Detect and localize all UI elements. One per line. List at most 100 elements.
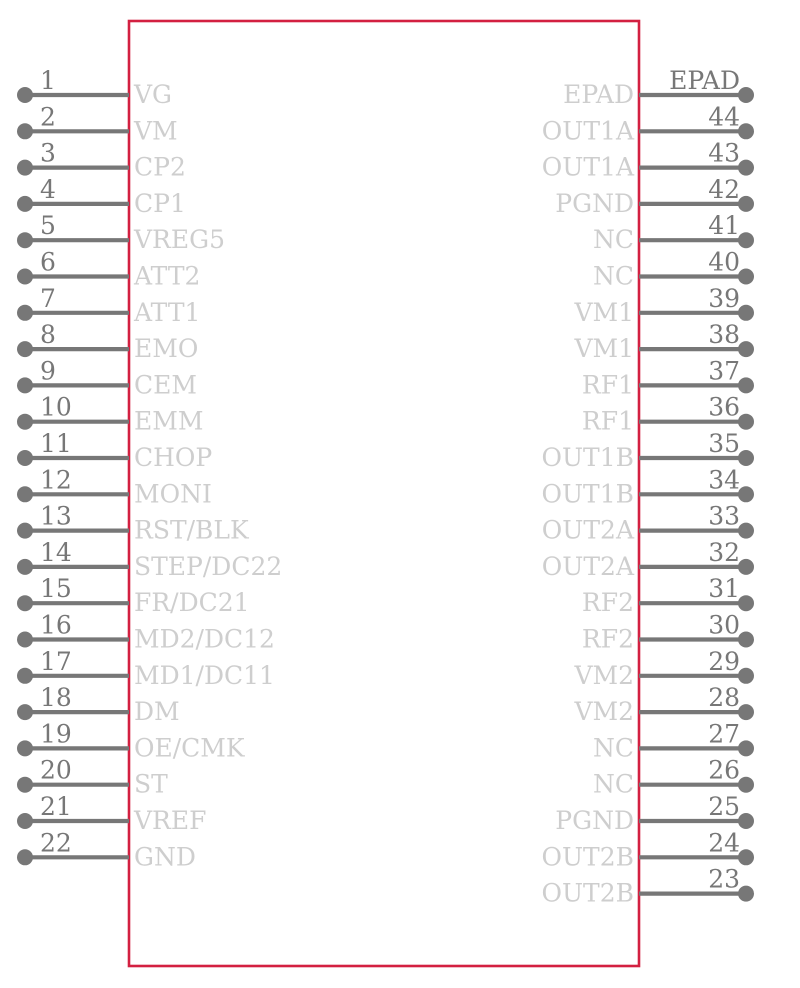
pin-number: 2 [40, 102, 56, 131]
pin-connection-dot[interactable] [17, 341, 33, 358]
pin-name: VM1 [573, 334, 634, 363]
pin-connection-dot[interactable] [738, 813, 754, 829]
pin-connection-dot[interactable] [17, 813, 33, 829]
pin-connection-dot[interactable] [738, 87, 754, 103]
pin-name: OUT1A [542, 153, 635, 182]
pin-name: GND [134, 842, 196, 871]
pin-name: MONI [134, 479, 212, 508]
pin-number: 17 [40, 647, 72, 676]
pin-connection-dot[interactable] [17, 123, 33, 140]
pin-number: 37 [708, 356, 740, 385]
pin-number: EPAD [669, 66, 740, 95]
pin-name: MD2/DC12 [134, 625, 275, 654]
pin-number: 36 [708, 393, 740, 422]
pin-name: PGND [555, 189, 634, 218]
pin-number: 19 [40, 719, 72, 748]
pin-connection-dot[interactable] [738, 595, 754, 612]
pin-number: 9 [40, 356, 56, 385]
pin-number: 8 [40, 320, 56, 349]
pin-connection-dot[interactable] [738, 704, 754, 721]
pin-name: OE/CMK [134, 733, 246, 762]
pin-connection-dot[interactable] [738, 450, 754, 466]
pin-number: 20 [40, 756, 72, 785]
pin-name: OUT2B [541, 842, 634, 871]
pin-number: 31 [708, 574, 740, 603]
pin-number: 29 [708, 647, 740, 676]
pin-name: ATT1 [133, 298, 200, 327]
pin-connection-dot[interactable] [17, 740, 33, 757]
pin-connection-dot[interactable] [738, 159, 754, 176]
pin-connection-dot[interactable] [17, 849, 33, 866]
pin-number: 40 [708, 248, 740, 277]
pin-name: RF1 [582, 370, 634, 399]
pin-connection-dot[interactable] [17, 159, 33, 176]
pin-connection-dot[interactable] [738, 377, 754, 394]
pin-connection-dot[interactable] [738, 486, 754, 503]
pin-connection-dot[interactable] [738, 268, 754, 285]
pin-connection-dot[interactable] [17, 776, 33, 793]
pin-number: 3 [40, 139, 56, 168]
pin-connection-dot[interactable] [738, 667, 754, 684]
pin-name: NC [593, 225, 634, 254]
pin-number: 43 [708, 139, 740, 168]
pin-connection-dot[interactable] [17, 667, 33, 684]
pin-connection-dot[interactable] [17, 377, 33, 394]
pin-connection-dot[interactable] [17, 450, 33, 466]
pin-connection-dot[interactable] [738, 413, 754, 430]
pin-number: 21 [40, 792, 72, 821]
pin-number: 1 [40, 66, 56, 95]
pin-number: 16 [40, 611, 72, 640]
pin-connection-dot[interactable] [17, 595, 33, 612]
pin-number: 25 [708, 792, 740, 821]
pin-connection-dot[interactable] [17, 232, 33, 249]
pin-connection-dot[interactable] [738, 232, 754, 249]
pin-name: VM2 [573, 661, 634, 690]
pin-number: 4 [40, 175, 56, 204]
pin-connection-dot[interactable] [17, 486, 33, 503]
pin-connection-dot[interactable] [17, 631, 33, 648]
pin-number: 44 [708, 102, 740, 131]
pin-name: NC [593, 262, 634, 291]
pin-number: 38 [708, 320, 740, 349]
pin-number: 15 [40, 574, 72, 603]
pin-number: 6 [40, 248, 56, 277]
pin-number: 18 [40, 683, 72, 712]
pin-connection-dot[interactable] [738, 522, 754, 539]
pin-connection-dot[interactable] [738, 195, 754, 212]
pin-connection-dot[interactable] [738, 776, 754, 793]
pin-connection-dot[interactable] [738, 123, 754, 140]
pin-connection-dot[interactable] [17, 195, 33, 212]
pin-number: 26 [708, 756, 740, 785]
pin-name: OUT2A [542, 516, 635, 545]
pin-connection-dot[interactable] [17, 268, 33, 285]
pin-name: RF2 [582, 588, 634, 617]
pin-connection-dot[interactable] [17, 558, 33, 575]
pin-connection-dot[interactable] [17, 304, 33, 321]
pin-number: 5 [40, 211, 56, 240]
pin-name: ST [134, 770, 168, 799]
pin-number: 34 [708, 465, 740, 494]
pin-connection-dot[interactable] [738, 304, 754, 321]
pin-name: CP2 [134, 153, 186, 182]
pin-connection-dot[interactable] [738, 885, 754, 902]
pin-name: OUT1A [542, 116, 635, 145]
pin-connection-dot[interactable] [738, 341, 754, 358]
pin-number: 23 [708, 865, 740, 894]
pin-connection-dot[interactable] [738, 849, 754, 866]
pin-name: OUT2B [541, 879, 634, 908]
pin-number: 12 [40, 465, 72, 494]
pin-connection-dot[interactable] [17, 522, 33, 539]
pin-number: 35 [708, 429, 740, 458]
pin-number: 27 [708, 719, 740, 748]
pin-name: MD1/DC11 [134, 661, 275, 690]
pin-connection-dot[interactable] [738, 631, 754, 648]
pin-number: 22 [40, 828, 72, 857]
pin-name: VREF [133, 806, 206, 835]
pin-connection-dot[interactable] [738, 740, 754, 757]
pin-connection-dot[interactable] [17, 704, 33, 721]
pin-connection-dot[interactable] [17, 87, 33, 103]
pin-name: VREG5 [133, 225, 225, 254]
pin-number: 24 [708, 828, 740, 857]
pin-connection-dot[interactable] [17, 413, 33, 430]
pin-connection-dot[interactable] [738, 558, 754, 575]
